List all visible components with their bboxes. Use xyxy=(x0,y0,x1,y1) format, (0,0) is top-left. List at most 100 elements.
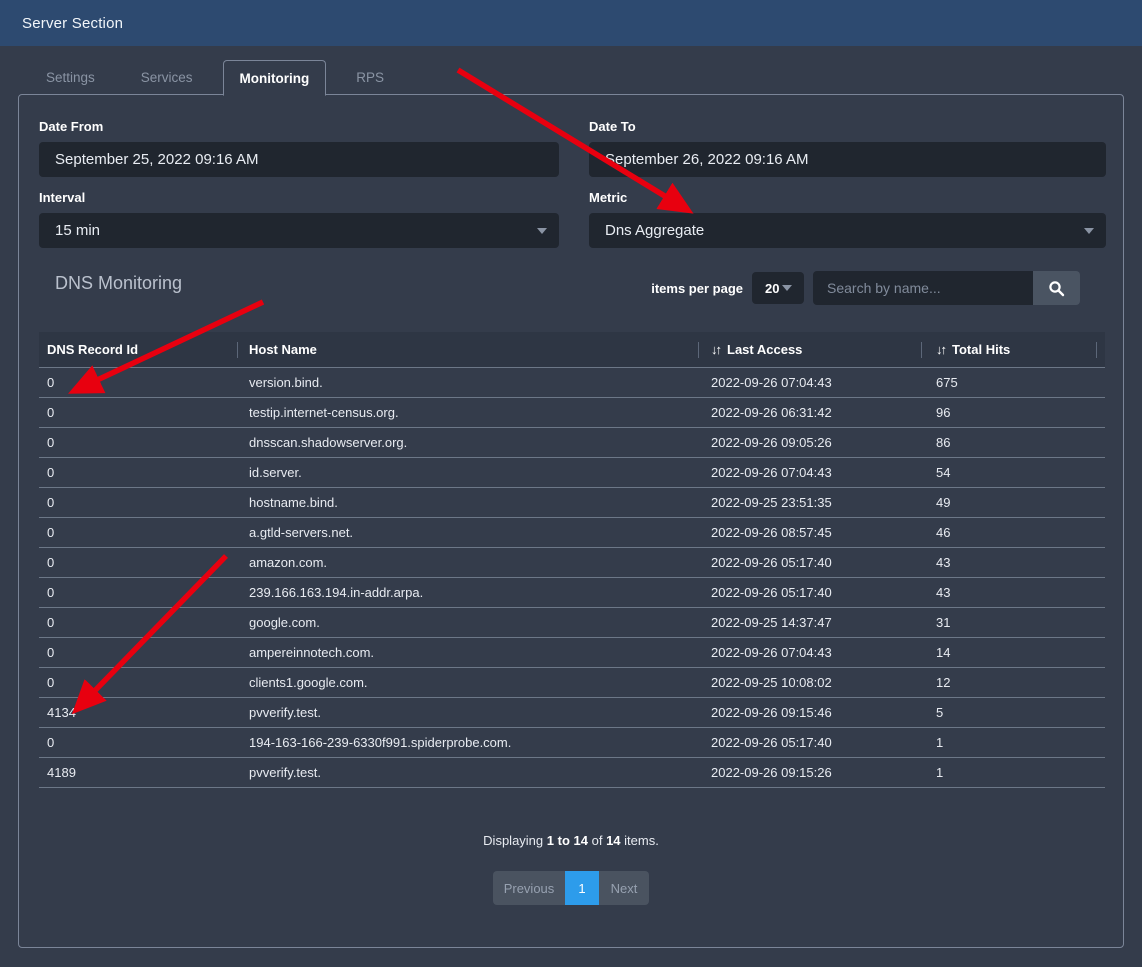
search-icon xyxy=(1048,280,1065,297)
previous-page-button[interactable]: Previous xyxy=(493,871,565,905)
table-cell: 0 xyxy=(39,495,238,510)
table-row: 0hostname.bind.2022-09-25 23:51:3549 xyxy=(39,488,1105,518)
next-page-button[interactable]: Next xyxy=(599,871,649,905)
metric-field-group: Metric Dns Aggregate xyxy=(589,190,1106,248)
table-cell: 2022-09-25 14:37:47 xyxy=(699,615,922,630)
tab-settings[interactable]: Settings xyxy=(30,60,111,95)
items-per-page-select[interactable]: 20 xyxy=(752,272,804,304)
table-cell: pvverify.test. xyxy=(238,705,699,720)
column-header-total-hits[interactable]: ↓↑ Total Hits xyxy=(922,332,1105,367)
column-header-dns-record-id: DNS Record Id xyxy=(39,332,238,367)
table-cell: 5 xyxy=(922,705,1105,720)
table-row: 0version.bind.2022-09-26 07:04:43675 xyxy=(39,368,1105,398)
table-cell: 0 xyxy=(39,435,238,450)
table-cell: 46 xyxy=(922,525,1105,540)
table-cell: 43 xyxy=(922,585,1105,600)
table-cell: 12 xyxy=(922,675,1105,690)
table-cell: 2022-09-26 05:17:40 xyxy=(699,555,922,570)
dns-monitoring-table: DNS Record Id Host Name ↓↑ Last Access ↓… xyxy=(39,332,1105,788)
table-row: 4134pvverify.test.2022-09-26 09:15:465 xyxy=(39,698,1105,728)
table-cell: 0 xyxy=(39,405,238,420)
display-info-suffix: items. xyxy=(624,833,659,848)
table-cell: 675 xyxy=(922,375,1105,390)
column-header-last-access[interactable]: ↓↑ Last Access xyxy=(699,332,922,367)
interval-value: 15 min xyxy=(55,222,100,239)
column-divider xyxy=(1096,342,1097,358)
table-cell: 2022-09-26 07:04:43 xyxy=(699,465,922,480)
table-cell: 96 xyxy=(922,405,1105,420)
date-from-field-group: Date From September 25, 2022 09:16 AM xyxy=(39,119,559,177)
metric-select[interactable]: Dns Aggregate xyxy=(589,213,1106,248)
table-cell: 2022-09-26 06:31:42 xyxy=(699,405,922,420)
table-cell: 0 xyxy=(39,465,238,480)
display-info: Displaying 1 to 14 of 14 items. xyxy=(19,833,1123,848)
date-to-input[interactable]: September 26, 2022 09:16 AM xyxy=(589,142,1106,177)
table-cell: 54 xyxy=(922,465,1105,480)
monitoring-panel: Date From September 25, 2022 09:16 AM Da… xyxy=(18,94,1124,948)
table-cell: 2022-09-26 09:05:26 xyxy=(699,435,922,450)
table-row: 0194-163-166-239-6330f991.spiderprobe.co… xyxy=(39,728,1105,758)
table-cell: 2022-09-26 09:15:46 xyxy=(699,705,922,720)
table-cell: 0 xyxy=(39,645,238,660)
table-cell: 2022-09-26 09:15:26 xyxy=(699,765,922,780)
search-button[interactable] xyxy=(1033,271,1080,305)
tab-rps[interactable]: RPS xyxy=(340,60,400,95)
table-row: 0google.com.2022-09-25 14:37:4731 xyxy=(39,608,1105,638)
tab-monitoring[interactable]: Monitoring xyxy=(223,60,327,96)
date-to-label: Date To xyxy=(589,119,1106,134)
sort-icon: ↓↑ xyxy=(936,342,945,357)
table-cell: 2022-09-26 05:17:40 xyxy=(699,735,922,750)
column-header-label: Total Hits xyxy=(952,342,1010,357)
table-cell: 0 xyxy=(39,585,238,600)
table-row: 0ampereinnotech.com.2022-09-26 07:04:431… xyxy=(39,638,1105,668)
table-cell: 0 xyxy=(39,735,238,750)
tab-bar: Settings Services Monitoring RPS xyxy=(30,60,414,95)
caret-down-icon xyxy=(1084,228,1094,234)
interval-select[interactable]: 15 min xyxy=(39,213,559,248)
display-info-range: 1 to 14 xyxy=(547,833,588,848)
date-to-field-group: Date To September 26, 2022 09:16 AM xyxy=(589,119,1106,177)
table-row: 0dnsscan.shadowserver.org.2022-09-26 09:… xyxy=(39,428,1105,458)
caret-down-icon xyxy=(537,228,547,234)
table-row: 0amazon.com.2022-09-26 05:17:4043 xyxy=(39,548,1105,578)
table-cell: google.com. xyxy=(238,615,699,630)
titlebar: Server Section xyxy=(0,0,1142,46)
display-info-of: of xyxy=(592,833,603,848)
column-header-host-name: Host Name xyxy=(238,332,699,367)
table-cell: 31 xyxy=(922,615,1105,630)
table-cell: 2022-09-26 05:17:40 xyxy=(699,585,922,600)
table-cell: 4189 xyxy=(39,765,238,780)
interval-label: Interval xyxy=(39,190,559,205)
sort-icon: ↓↑ xyxy=(711,342,720,357)
table-cell: 2022-09-26 07:04:43 xyxy=(699,375,922,390)
table-cell: 0 xyxy=(39,375,238,390)
table-row: 0239.166.163.194.in-addr.arpa.2022-09-26… xyxy=(39,578,1105,608)
table-cell: dnsscan.shadowserver.org. xyxy=(238,435,699,450)
table-cell: testip.internet-census.org. xyxy=(238,405,699,420)
table-row: 0clients1.google.com.2022-09-25 10:08:02… xyxy=(39,668,1105,698)
table-cell: 239.166.163.194.in-addr.arpa. xyxy=(238,585,699,600)
items-per-page-label: items per page xyxy=(651,281,743,296)
table-controls: items per page 20 xyxy=(651,271,1080,305)
table-row: 0id.server.2022-09-26 07:04:4354 xyxy=(39,458,1105,488)
table-cell: 2022-09-26 08:57:45 xyxy=(699,525,922,540)
metric-label: Metric xyxy=(589,190,1106,205)
metric-value: Dns Aggregate xyxy=(605,222,704,239)
date-from-input[interactable]: September 25, 2022 09:16 AM xyxy=(39,142,559,177)
table-row: 4189pvverify.test.2022-09-26 09:15:261 xyxy=(39,758,1105,788)
section-title: DNS Monitoring xyxy=(55,273,182,294)
page-title: Server Section xyxy=(22,15,123,32)
table-cell: 2022-09-25 10:08:02 xyxy=(699,675,922,690)
table-header-row: DNS Record Id Host Name ↓↑ Last Access ↓… xyxy=(39,332,1105,368)
table-cell: 0 xyxy=(39,675,238,690)
tab-services[interactable]: Services xyxy=(125,60,209,95)
table-cell: clients1.google.com. xyxy=(238,675,699,690)
caret-down-icon xyxy=(782,285,792,291)
table-row: 0testip.internet-census.org.2022-09-26 0… xyxy=(39,398,1105,428)
table-body: 0version.bind.2022-09-26 07:04:436750tes… xyxy=(39,368,1105,788)
current-page-button[interactable]: 1 xyxy=(565,871,599,905)
table-cell: a.gtld-servers.net. xyxy=(238,525,699,540)
table-cell: 86 xyxy=(922,435,1105,450)
search-input[interactable] xyxy=(813,271,1033,305)
column-header-label: DNS Record Id xyxy=(47,342,138,357)
